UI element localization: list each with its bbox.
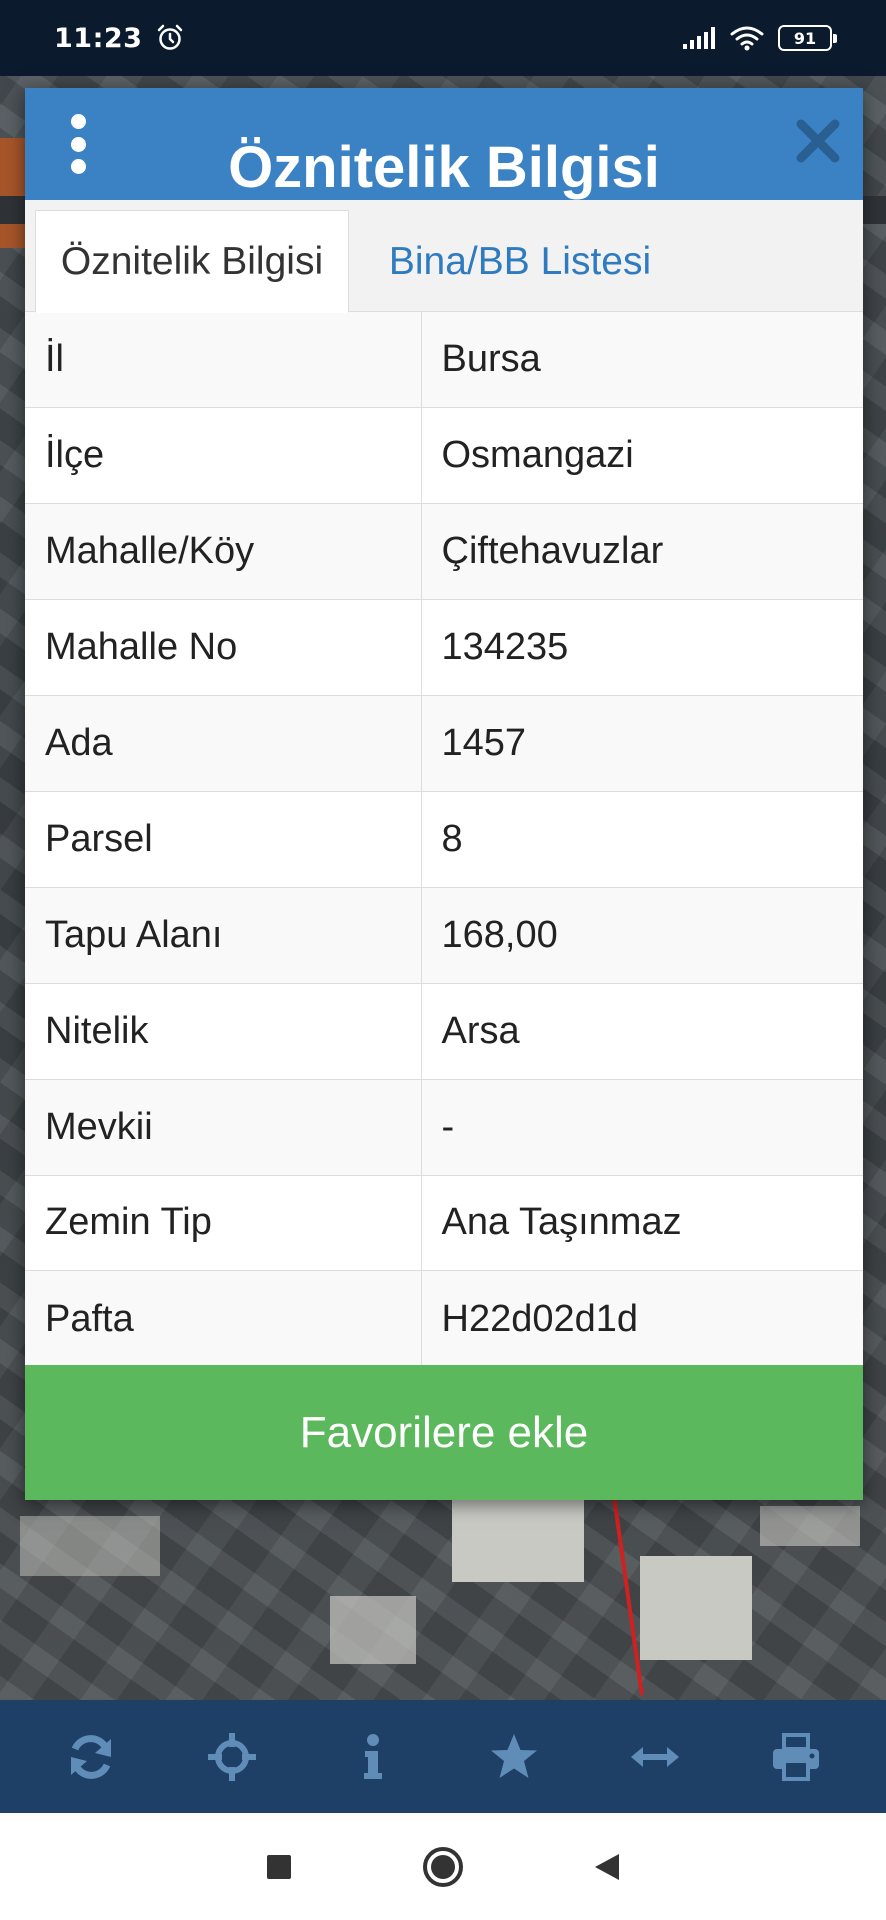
attribute-dialog: Öznitelik Bilgisi Öznitelik Bilgisi Bina… — [25, 88, 863, 1500]
map-building — [330, 1596, 416, 1664]
table-row: Ada 1457 — [25, 695, 863, 792]
table-row: Parsel 8 — [25, 790, 863, 888]
home-button[interactable] — [421, 1845, 465, 1889]
refresh-button[interactable] — [61, 1727, 121, 1787]
attribute-table: İl Bursa İlçe Osmangazi Mahalle/Köy Çift… — [25, 312, 863, 1367]
system-nav-bar — [0, 1813, 886, 1920]
map-toolbar — [0, 1700, 886, 1813]
table-row: Nitelik Arsa — [25, 982, 863, 1080]
attribute-key: Mahalle No — [25, 599, 422, 696]
attribute-value: Osmangazi — [421, 407, 863, 504]
battery-level: 91 — [793, 28, 817, 48]
table-row: İl Bursa — [25, 312, 863, 408]
attribute-value: H22d02d1d — [421, 1270, 863, 1367]
attribute-key: Ada — [25, 695, 422, 792]
table-row: Mevkii - — [25, 1078, 863, 1176]
table-row: İlçe Osmangazi — [25, 407, 863, 504]
print-button[interactable] — [766, 1727, 826, 1787]
locate-button[interactable] — [202, 1727, 262, 1787]
info-button[interactable] — [343, 1727, 403, 1787]
attribute-key: Parsel — [25, 790, 422, 888]
attribute-key: Pafta — [25, 1270, 422, 1367]
attribute-key: Mahalle/Köy — [25, 503, 422, 600]
square-icon — [267, 1854, 291, 1879]
back-button[interactable] — [585, 1845, 629, 1889]
attribute-value: - — [421, 1078, 863, 1176]
dialog-title: Öznitelik Bilgisi — [228, 136, 660, 200]
signal-icon — [683, 27, 715, 49]
favorites-button[interactable] — [484, 1727, 544, 1787]
attribute-value: Ana Taşınmaz — [421, 1174, 863, 1271]
table-row: Mahalle/Köy Çiftehavuzlar — [25, 503, 863, 600]
wifi-icon — [730, 26, 764, 51]
attribute-value: 134235 — [421, 599, 863, 696]
attribute-value: 168,00 — [421, 886, 863, 984]
attribute-key: Zemin Tip — [25, 1174, 422, 1271]
status-bar: 11:23 91 — [0, 0, 886, 76]
map-building — [760, 1506, 860, 1546]
tab-building-list[interactable]: Bina/BB Listesi — [355, 210, 685, 313]
attribute-key: Nitelik — [25, 982, 422, 1080]
tab-bar: Öznitelik Bilgisi Bina/BB Listesi — [25, 200, 863, 313]
attribute-value: Çiftehavuzlar — [421, 503, 863, 600]
alarm-icon — [158, 24, 183, 50]
table-row: Mahalle No 134235 — [25, 599, 863, 696]
info-icon — [363, 1733, 382, 1779]
star-icon — [490, 1733, 537, 1778]
table-row: Zemin Tip Ana Taşınmaz — [25, 1174, 863, 1271]
add-to-favorites-button[interactable]: Favorilere ekle — [25, 1365, 863, 1500]
measure-button[interactable] — [625, 1727, 685, 1787]
attribute-key: İlçe — [25, 407, 422, 504]
crosshair-icon — [207, 1732, 256, 1781]
table-row: Tapu Alanı 168,00 — [25, 886, 863, 984]
attribute-key: İl — [25, 312, 422, 408]
refresh-icon — [70, 1734, 111, 1779]
map-building — [20, 1516, 160, 1576]
home-circle-icon — [423, 1846, 463, 1887]
battery-indicator: 91 — [778, 25, 837, 51]
attribute-value: 8 — [421, 790, 863, 888]
attribute-value: 1457 — [421, 695, 863, 792]
status-right: 91 — [682, 25, 837, 51]
table-row: Pafta H22d02d1d — [25, 1270, 863, 1367]
close-icon[interactable] — [795, 118, 841, 164]
measure-arrows-icon — [630, 1746, 679, 1767]
print-icon — [772, 1732, 819, 1781]
attribute-value: Bursa — [441, 338, 541, 381]
back-triangle-icon — [595, 1853, 619, 1880]
attribute-key: Mevkii — [25, 1078, 422, 1176]
dialog-header: Öznitelik Bilgisi — [25, 88, 863, 200]
attribute-value: Arsa — [421, 982, 863, 1080]
status-time: 11:23 — [54, 22, 143, 54]
map-building — [452, 1496, 584, 1582]
recents-button[interactable] — [257, 1845, 301, 1889]
tab-attribute-info[interactable]: Öznitelik Bilgisi — [35, 210, 349, 313]
attribute-key: Tapu Alanı — [25, 886, 422, 984]
map-building — [640, 1556, 752, 1660]
